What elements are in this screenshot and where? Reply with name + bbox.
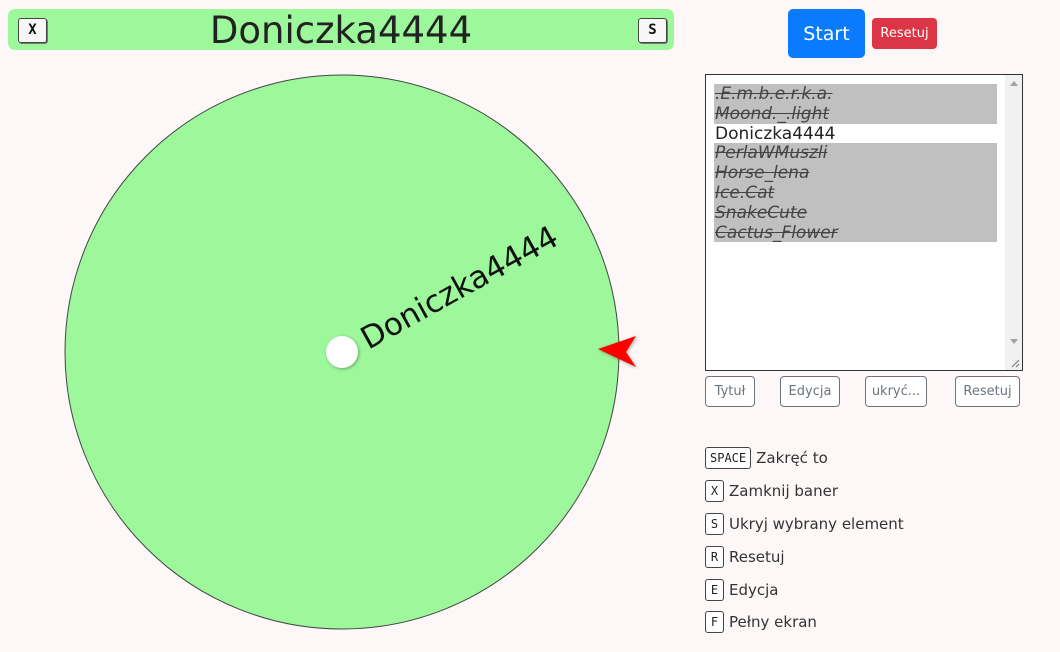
scroll-up-icon[interactable] bbox=[1010, 81, 1018, 86]
key-badge: S bbox=[705, 513, 724, 535]
list-item: Horse_lena bbox=[714, 163, 997, 183]
shortcut-s: S Ukryj wybrany element bbox=[705, 513, 904, 537]
start-button[interactable]: Start bbox=[788, 9, 865, 58]
list-item: PerlaWMuszli bbox=[714, 143, 997, 164]
key-badge: F bbox=[705, 611, 724, 633]
shortcut-r: R Resetuj bbox=[705, 546, 785, 570]
reset-list-button[interactable]: Resetuj bbox=[955, 376, 1020, 407]
shortcut-label: Ukryj wybrany element bbox=[729, 515, 904, 533]
key-badge: SPACE bbox=[705, 447, 752, 469]
key-badge: X bbox=[705, 480, 724, 502]
banner-title: Doniczka4444 bbox=[209, 9, 473, 52]
edit-button[interactable]: Edycja bbox=[780, 376, 840, 407]
list-item: Moond._.light bbox=[714, 103, 997, 124]
shortcut-x: X Zamknij baner bbox=[705, 480, 838, 504]
wheel-center-hub bbox=[326, 336, 358, 368]
list-item: Doniczka4444 bbox=[714, 123, 997, 144]
scrollbar[interactable] bbox=[1005, 75, 1022, 370]
shortcut-label: Zamknij baner bbox=[729, 482, 838, 500]
winner-banner: Doniczka4444 X S bbox=[8, 9, 674, 52]
list-item: Ice.Cat bbox=[714, 182, 997, 203]
scroll-down-icon[interactable] bbox=[1010, 339, 1018, 344]
list-item: Cactus_Flower bbox=[714, 222, 997, 243]
shortcut-space: SPACE Zakręć to bbox=[705, 447, 828, 471]
key-badge: R bbox=[705, 546, 724, 568]
reset-button[interactable]: Resetuj bbox=[872, 18, 937, 49]
shortcut-e: E Edycja bbox=[705, 579, 778, 603]
shortcut-label: Zakręć to bbox=[756, 449, 828, 467]
hide-items-button[interactable]: ukryć... bbox=[865, 376, 927, 407]
title-button[interactable]: Tytuł bbox=[705, 376, 755, 407]
shortcut-f: F Pełny ekran bbox=[705, 611, 817, 635]
resize-handle-icon[interactable] bbox=[1010, 358, 1020, 368]
list-item: .E.m.b.e.r.k.a. bbox=[714, 84, 997, 104]
entries-textarea[interactable]: .E.m.b.e.r.k.a. Moond._.light Doniczka4444… bbox=[705, 74, 1023, 371]
wheel-area[interactable]: Doniczka4444 bbox=[0, 60, 680, 652]
shortcut-label: Edycja bbox=[729, 581, 779, 599]
hide-selected-button[interactable]: S bbox=[638, 18, 667, 43]
list-item: SnakeCute bbox=[714, 202, 997, 223]
key-badge: E bbox=[705, 579, 724, 601]
shortcut-label: Resetuj bbox=[729, 548, 785, 566]
entries-list: .E.m.b.e.r.k.a. Moond._.light Doniczka4444… bbox=[714, 84, 997, 243]
close-banner-button[interactable]: X bbox=[18, 18, 47, 43]
shortcut-label: Pełny ekran bbox=[729, 613, 817, 631]
wheel-svg[interactable]: Doniczka4444 bbox=[0, 60, 680, 652]
